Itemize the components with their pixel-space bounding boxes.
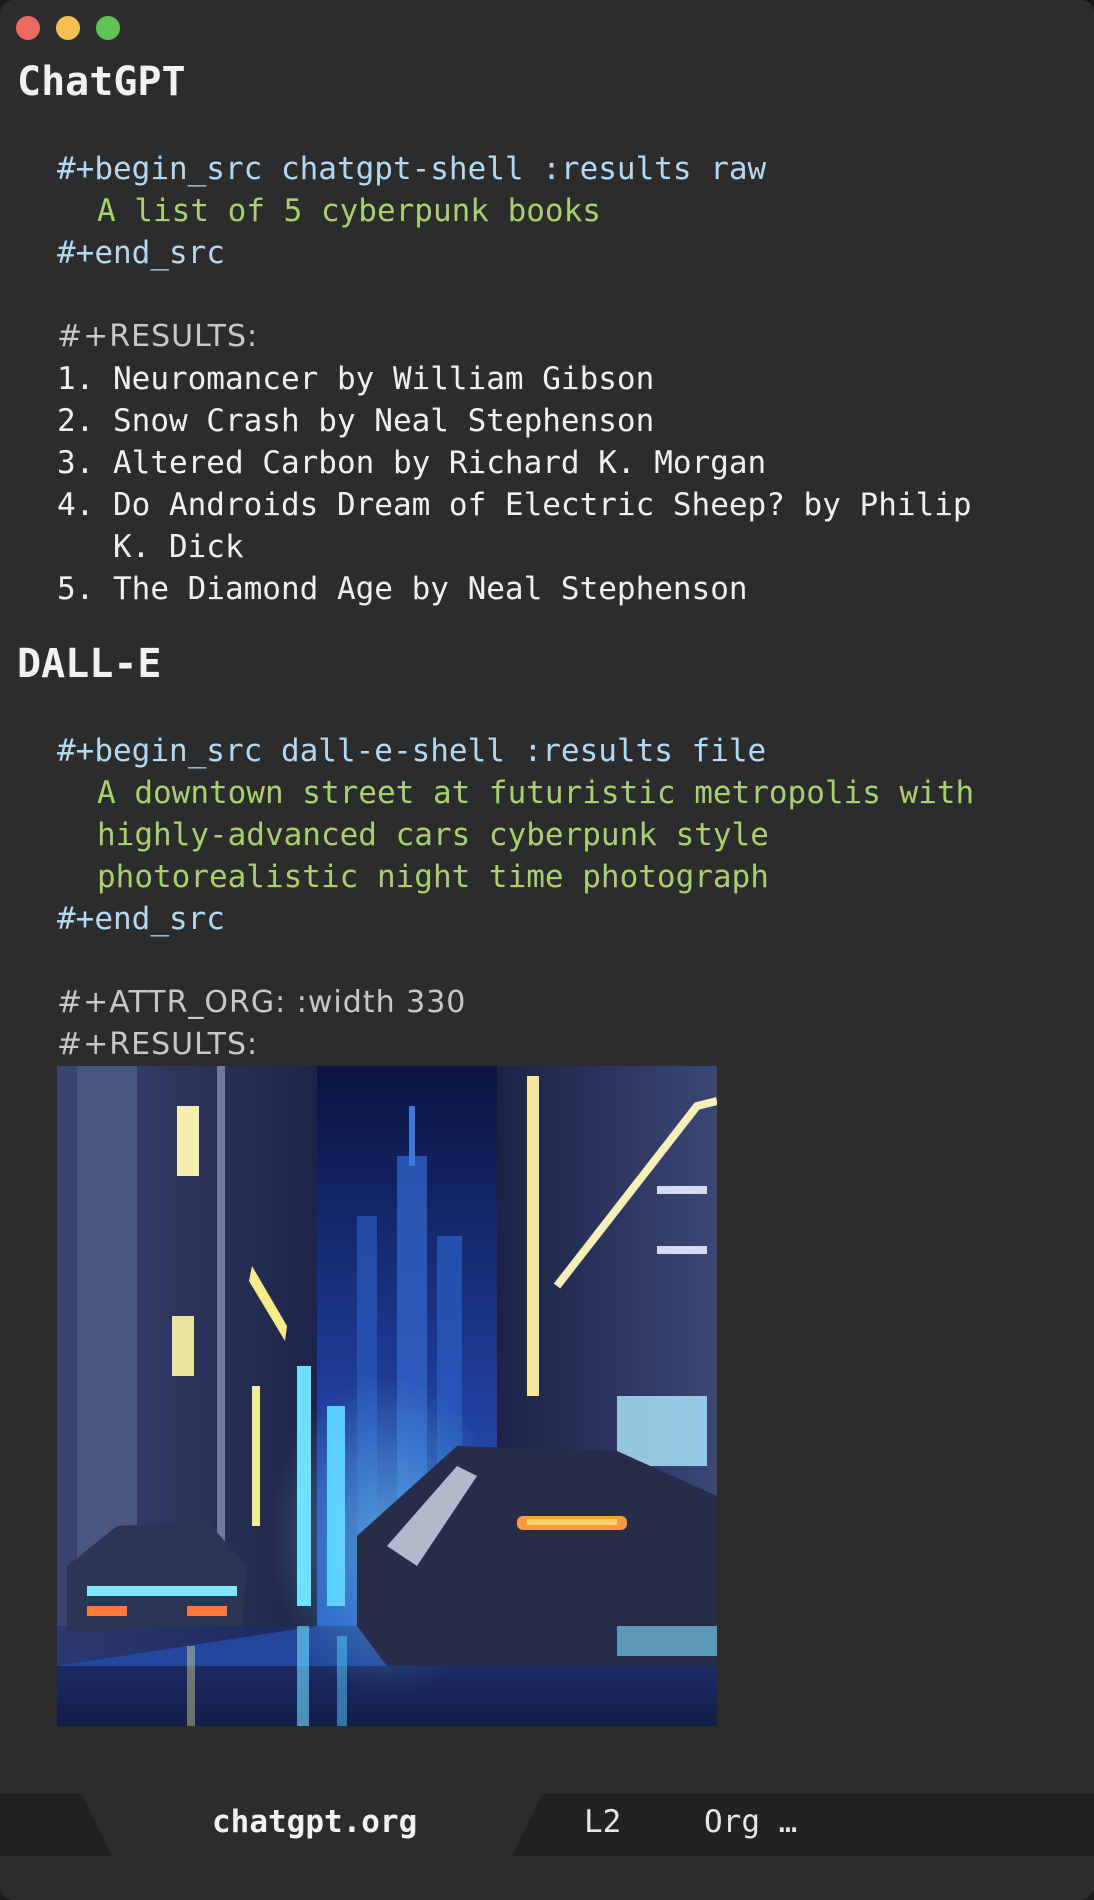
mode-line-buffer-name[interactable]: chatgpt.org: [212, 1804, 417, 1840]
mode-line-line-number: L2: [584, 1804, 622, 1840]
result-item[interactable]: 4. Do Androids Dream of Electric Sheep? …: [17, 484, 1094, 526]
minibuffer[interactable]: [0, 1856, 1094, 1900]
cyberpunk-street-illustration: [57, 1066, 717, 1726]
dalle-attr-org[interactable]: #+ATTR_ORG: :width 330: [17, 982, 1094, 1024]
mode-line-major-mode[interactable]: Org …: [704, 1804, 797, 1840]
editor-window: ChatGPT #+begin_src chatgpt-shell :resul…: [0, 0, 1094, 1900]
result-item[interactable]: 3. Altered Carbon by Richard K. Morgan: [17, 442, 1094, 484]
dalle-prompt-line[interactable]: A downtown street at futuristic metropol…: [17, 772, 1094, 814]
dalle-begin-src[interactable]: #+begin_src dall-e-shell :results file: [17, 730, 1094, 772]
result-item[interactable]: 5. The Diamond Age by Neal Stephenson: [17, 568, 1094, 610]
dalle-prompt-line[interactable]: highly-advanced cars cyberpunk style: [17, 814, 1094, 856]
zoom-window-button[interactable]: [96, 16, 120, 40]
result-item[interactable]: 1. Neuromancer by William Gibson: [17, 358, 1094, 400]
mode-line: chatgpt.org L2 Org …: [0, 1794, 1094, 1856]
chatgpt-results-label[interactable]: #+RESULTS:: [17, 316, 1094, 358]
heading-chatgpt[interactable]: ChatGPT: [17, 58, 1094, 106]
dalle-results-label[interactable]: #+RESULTS:: [17, 1024, 1094, 1066]
org-buffer-content[interactable]: ChatGPT #+begin_src chatgpt-shell :resul…: [17, 58, 1094, 1726]
result-item-continuation[interactable]: K. Dick: [17, 526, 1094, 568]
cyberpunk-street-image[interactable]: [57, 1066, 717, 1726]
dalle-prompt-line[interactable]: photorealistic night time photograph: [17, 856, 1094, 898]
dalle-end-src[interactable]: #+end_src: [17, 898, 1094, 940]
minimize-window-button[interactable]: [56, 16, 80, 40]
window-controls: [16, 16, 120, 40]
result-item[interactable]: 2. Snow Crash by Neal Stephenson: [17, 400, 1094, 442]
heading-dall-e[interactable]: DALL-E: [17, 640, 1094, 688]
chatgpt-end-src[interactable]: #+end_src: [17, 232, 1094, 274]
close-window-button[interactable]: [16, 16, 40, 40]
chatgpt-begin-src[interactable]: #+begin_src chatgpt-shell :results raw: [17, 148, 1094, 190]
chatgpt-prompt[interactable]: A list of 5 cyberpunk books: [17, 190, 1094, 232]
